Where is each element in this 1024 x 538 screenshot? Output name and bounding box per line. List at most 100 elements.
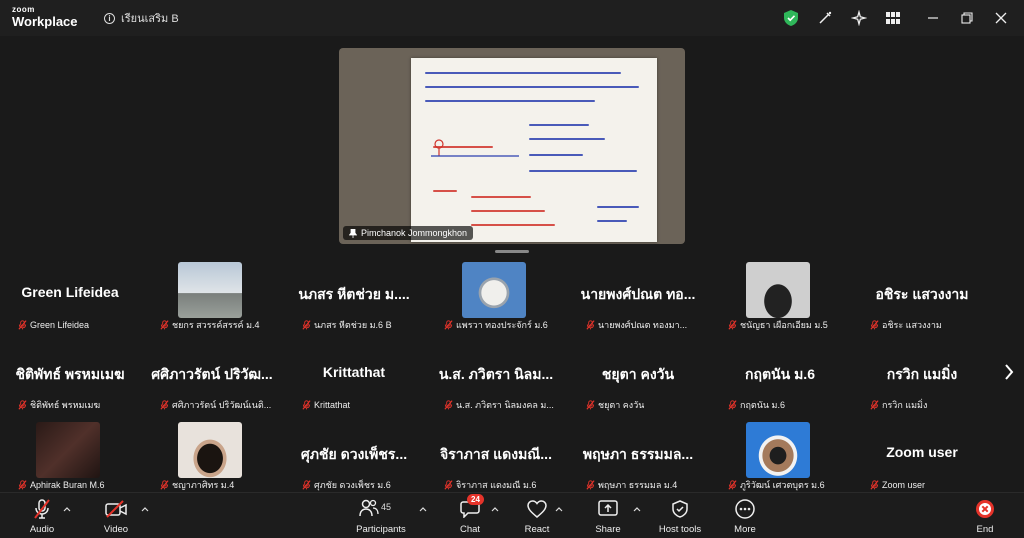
- close-icon[interactable]: [984, 0, 1018, 36]
- mic-muted-icon: [18, 480, 27, 490]
- mic-muted-icon: [302, 400, 311, 410]
- video-options-caret-icon[interactable]: [140, 505, 150, 513]
- participant-display-name: ศศิภาวรัตน์ ปริวัฒ...: [151, 366, 273, 382]
- participant-name-text: Krittathat: [314, 400, 351, 410]
- participant-name-label: Green Lifeidea: [18, 318, 89, 332]
- react-button[interactable]: React: [507, 497, 567, 535]
- participant-name-label: Aphirak Buran M.6: [18, 478, 105, 492]
- chat-label: Chat: [459, 524, 481, 535]
- participant-name-text: กรวิก แมมิ่ง: [882, 400, 928, 410]
- participant-name-text: กฤตนัน ม.6: [740, 400, 785, 410]
- mic-muted-icon: [160, 400, 169, 410]
- resize-handle[interactable]: [495, 250, 529, 253]
- participant-tile[interactable]: แพรวา ทองประจักร์ ม.6: [426, 262, 566, 338]
- participant-tile[interactable]: Green Lifeidea Green Lifeidea: [0, 262, 140, 338]
- participant-display-name: Green Lifeidea: [21, 284, 119, 300]
- participant-display-name: จิราภาส แดงมณี...: [440, 446, 552, 462]
- host-tools-label: Host tools: [658, 524, 702, 535]
- chat-options-caret-icon[interactable]: [490, 505, 500, 513]
- ai-companion-icon[interactable]: [842, 0, 876, 36]
- meeting-toolbar: Audio Video 45 Participants 24 Chat Reac…: [0, 492, 1024, 538]
- participant-video: [36, 422, 100, 478]
- participant-tile[interactable]: นภสร หีตช่วย ม.... นภสร หีตช่วย ม.6 B: [284, 262, 424, 338]
- participant-tile[interactable]: ชนัญธา เผือกเอียม ม.5: [710, 262, 850, 338]
- participant-name-label: ชญาภาศิทร ม.4: [160, 478, 234, 492]
- participant-name-label: Krittathat: [302, 398, 350, 412]
- video-button[interactable]: Video: [86, 497, 146, 535]
- participant-video: [178, 422, 242, 478]
- participant-display-name: ชิติพัทธ์ พรหมเมฆ: [15, 366, 125, 382]
- shared-screen[interactable]: Pimchanok Jommongkhon: [339, 48, 685, 244]
- participant-tile[interactable]: Zoom user Zoom user: [852, 422, 992, 498]
- view-grid-icon[interactable]: [876, 0, 910, 36]
- participant-tile[interactable]: นายพงศ์ปณต ทอ... นายพงศ์ปณต ทองมา...: [568, 262, 708, 338]
- participant-name-label: นายพงศ์ปณต ทองมา...: [586, 318, 687, 332]
- chat-button[interactable]: 24 Chat: [440, 494, 500, 535]
- mic-muted-icon: [18, 320, 27, 330]
- participant-name-label: พฤษภา ธรรมมล ม.4: [586, 478, 677, 492]
- share-options-caret-icon[interactable]: [632, 505, 642, 513]
- participant-tile[interactable]: อชิระ แสวงงาม อชิระ แสวงงาม: [852, 262, 992, 338]
- restore-icon[interactable]: [950, 0, 984, 36]
- react-options-caret-icon[interactable]: [554, 505, 564, 513]
- title-bar: zoom Workplace i เรียนเสริม B: [0, 0, 1024, 36]
- participant-tile[interactable]: ชยกร สวรรค์สรรค์ ม.4: [142, 262, 282, 338]
- mic-muted-icon: [444, 400, 453, 410]
- participant-tile[interactable]: ชยุตา คงวัน ชยุตา คงวัน: [568, 342, 708, 418]
- participant-name-text: ศุภชัย ดวงเพ็ชร ม.6: [314, 480, 391, 490]
- participant-tile[interactable]: ศศิภาวรัตน์ ปริวัฒ... ศศิภาวรัตน์ ปริวัฒน…: [142, 342, 282, 418]
- participant-name-text: ชยุตา คงวัน: [598, 400, 645, 410]
- whiteboard-pen-icon[interactable]: [808, 0, 842, 36]
- participant-name-text: ศศิภาวรัตน์ ปริวัฒน์เนติ...: [172, 400, 272, 410]
- participant-tile[interactable]: ภูริวัฒน์ เศวตบุตร ม.6: [710, 422, 850, 498]
- host-tools-button[interactable]: Host tools: [650, 497, 710, 535]
- participants-button[interactable]: 45 Participants: [350, 497, 412, 535]
- participant-name-label: น.ส. ภวิตรา นิลมงคล ม...: [444, 398, 554, 412]
- participant-tile[interactable]: จิราภาส แดงมณี... จิราภาส แดงมณี ม.6: [426, 422, 566, 498]
- participants-icon: [359, 499, 379, 517]
- participant-name-text: น.ส. ภวิตรา นิลมงคล ม...: [456, 400, 554, 410]
- meeting-info-button[interactable]: i เรียนเสริม B: [104, 9, 179, 27]
- participants-options-caret-icon[interactable]: [418, 505, 428, 513]
- minimize-icon[interactable]: [916, 0, 950, 36]
- participant-tile[interactable]: ชิติพัทธ์ พรหมเมฆ ชิติพัทธ์ พรหมเมฆ: [0, 342, 140, 418]
- video-off-icon: [105, 500, 127, 518]
- participant-display-name: Zoom user: [886, 444, 958, 460]
- audio-options-caret-icon[interactable]: [62, 505, 72, 513]
- participant-name-text: จิราภาส แดงมณี ม.6: [456, 480, 537, 490]
- end-meeting-button[interactable]: End: [955, 497, 1015, 535]
- participant-tile[interactable]: Krittathat Krittathat: [284, 342, 424, 418]
- mic-muted-icon: [444, 480, 453, 490]
- mic-muted-icon: [728, 400, 737, 410]
- participants-count: 45: [381, 502, 392, 512]
- participant-tile[interactable]: น.ส. ภวิตรา นิลม... น.ส. ภวิตรา นิลมงคล ม…: [426, 342, 566, 418]
- share-button[interactable]: Share: [578, 497, 638, 535]
- info-icon: i: [104, 12, 115, 24]
- participant-video: [746, 262, 810, 318]
- presenter-label: Pimchanok Jommongkhon: [343, 226, 474, 240]
- next-page-arrow-icon[interactable]: [1002, 362, 1016, 382]
- more-button[interactable]: More: [715, 497, 775, 535]
- participant-tile[interactable]: กฤตนัน ม.6 กฤตนัน ม.6: [710, 342, 850, 418]
- participant-tile[interactable]: ชญาภาศิทร ม.4: [142, 422, 282, 498]
- mic-muted-icon: [728, 480, 737, 490]
- participant-tile[interactable]: พฤษภา ธรรมมล... พฤษภา ธรรมมล ม.4: [568, 422, 708, 498]
- participant-tile[interactable]: ศุภชัย ดวงเพ็ชร... ศุภชัย ดวงเพ็ชร ม.6: [284, 422, 424, 498]
- participant-name-label: นภสร หีตช่วย ม.6 B: [302, 318, 392, 332]
- mic-muted-icon: [586, 400, 595, 410]
- audio-button[interactable]: Audio: [12, 497, 72, 535]
- meeting-name: เรียนเสริม B: [121, 13, 179, 25]
- participant-name-label: ภูริวัฒน์ เศวตบุตร ม.6: [728, 478, 825, 492]
- end-label: End: [976, 524, 994, 535]
- participant-name-label: ชนัญธา เผือกเอียม ม.5: [728, 318, 828, 332]
- participant-tile[interactable]: Aphirak Buran M.6: [0, 422, 140, 498]
- participant-name-text: ชนัญธา เผือกเอียม ม.5: [740, 320, 828, 330]
- mic-muted-icon: [160, 320, 169, 330]
- logo-top-text: zoom: [12, 5, 35, 14]
- security-shield-icon[interactable]: [774, 0, 808, 36]
- participant-tile[interactable]: กรวิก แมมิ่ง กรวิก แมมิ่ง: [852, 342, 992, 418]
- video-label: Video: [103, 524, 129, 535]
- more-dots-icon: [735, 499, 755, 519]
- host-shield-icon: [672, 500, 688, 518]
- participant-name-text: นายพงศ์ปณต ทองมา...: [598, 320, 688, 330]
